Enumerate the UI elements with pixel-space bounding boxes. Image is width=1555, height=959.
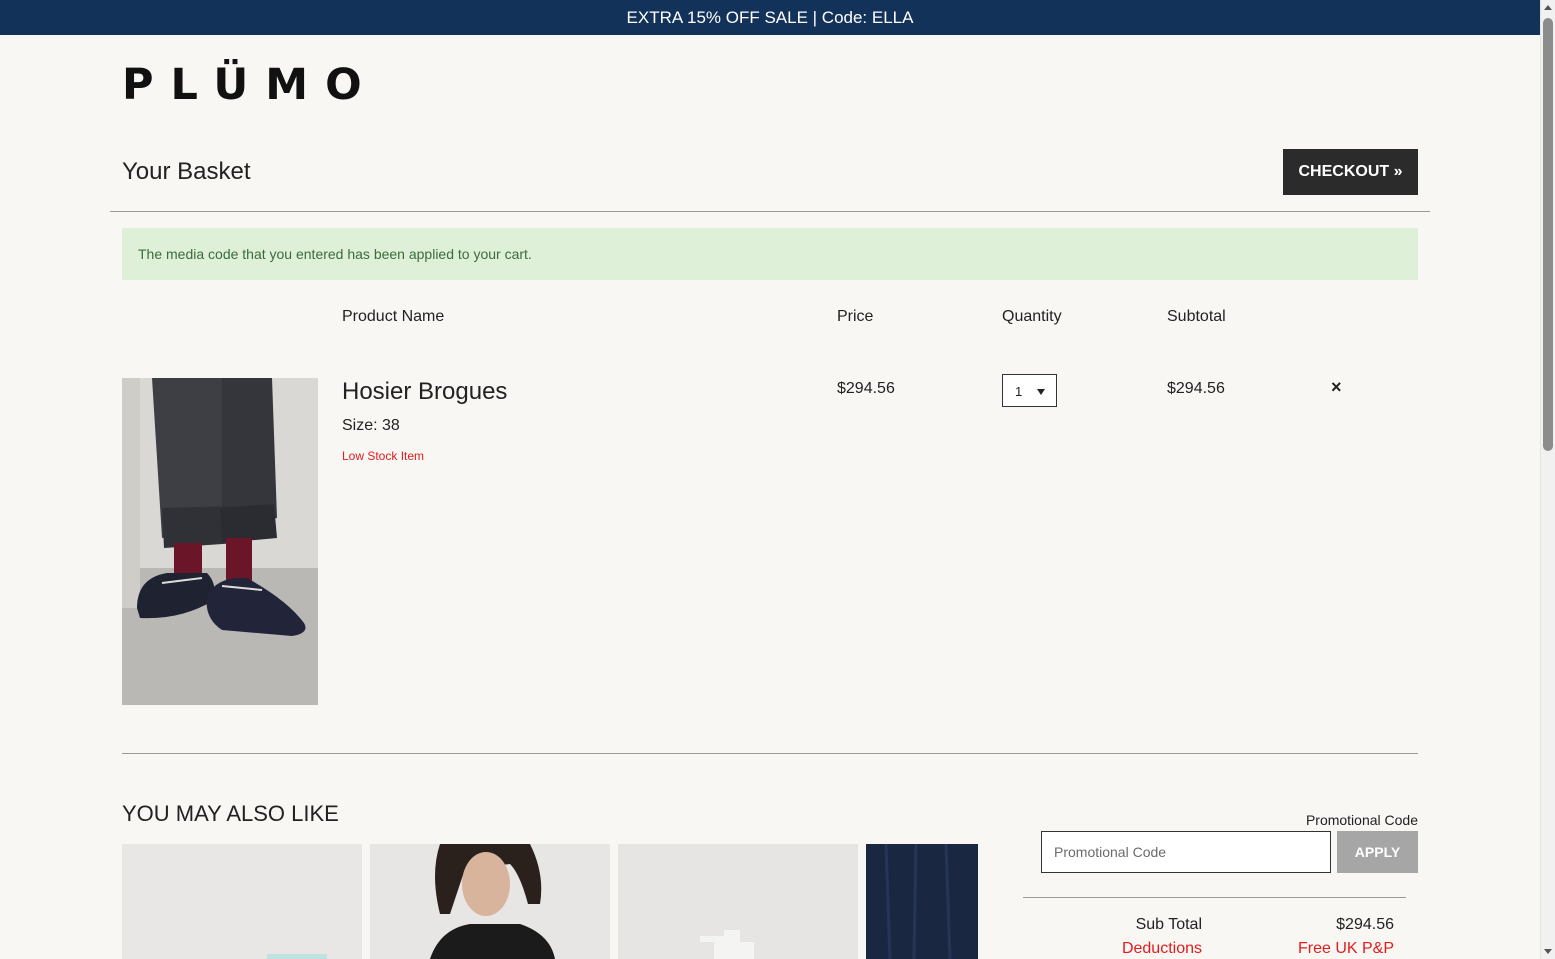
product-price: $294.56 [837,380,895,397]
scroll-up-icon[interactable] [1544,5,1552,10]
recommendation-image [122,844,362,959]
summary-deductions-value: Free UK P&P [1297,940,1394,957]
divider [110,211,1430,212]
column-header-subtotal: Subtotal [1167,308,1226,325]
promo-banner[interactable]: EXTRA 15% OFF SALE | Code: ELLA [0,0,1540,35]
close-icon[interactable]: × [1331,377,1342,398]
column-header-price: Price [837,308,874,325]
recommendations-title: YOU MAY ALSO LIKE [122,801,339,826]
product-name[interactable]: Hosier Brogues [342,378,507,406]
scroll-down-icon[interactable] [1544,949,1552,954]
summary-deductions-label: Deductions [1121,940,1202,957]
quantity-value: 1 [1015,384,1023,399]
recommendation-image [370,844,610,959]
page-scrollbar[interactable] [1540,0,1555,959]
apply-button[interactable]: APPLY [1337,831,1418,873]
summary-subtotal-value: $294.56 [1336,916,1394,933]
page-title: Your Basket [122,158,251,185]
product-size: Size: 38 [342,417,400,434]
divider [1023,897,1406,898]
promo-code-label: Promotional Code [1305,812,1418,828]
recommendation-tile[interactable] [618,844,858,959]
scrollbar-thumb[interactable] [1543,18,1553,451]
low-stock-label: Low Stock Item [342,449,425,463]
success-alert: The media code that you entered has been… [122,228,1418,280]
summary-subtotal-label: Sub Total [1135,916,1202,933]
chevron-down-icon [1037,389,1045,395]
site-logo[interactable]: PLÜMO [122,60,379,110]
recommendation-tile[interactable] [866,844,978,959]
product-subtotal: $294.56 [1167,380,1225,397]
divider [122,753,1418,754]
recommendation-image [618,844,858,959]
product-image[interactable] [122,378,318,705]
quantity-select[interactable]: 1 [1002,374,1057,407]
column-header-product: Product Name [342,308,445,325]
recommendation-tile[interactable] [370,844,610,959]
promo-code-input[interactable] [1041,831,1331,873]
recommendation-image [866,844,978,959]
column-header-quantity: Quantity [1002,308,1062,325]
recommendation-tile[interactable] [122,844,362,959]
product-photo-shoes [122,378,318,705]
checkout-button[interactable]: CHECKOUT » [1283,149,1418,195]
